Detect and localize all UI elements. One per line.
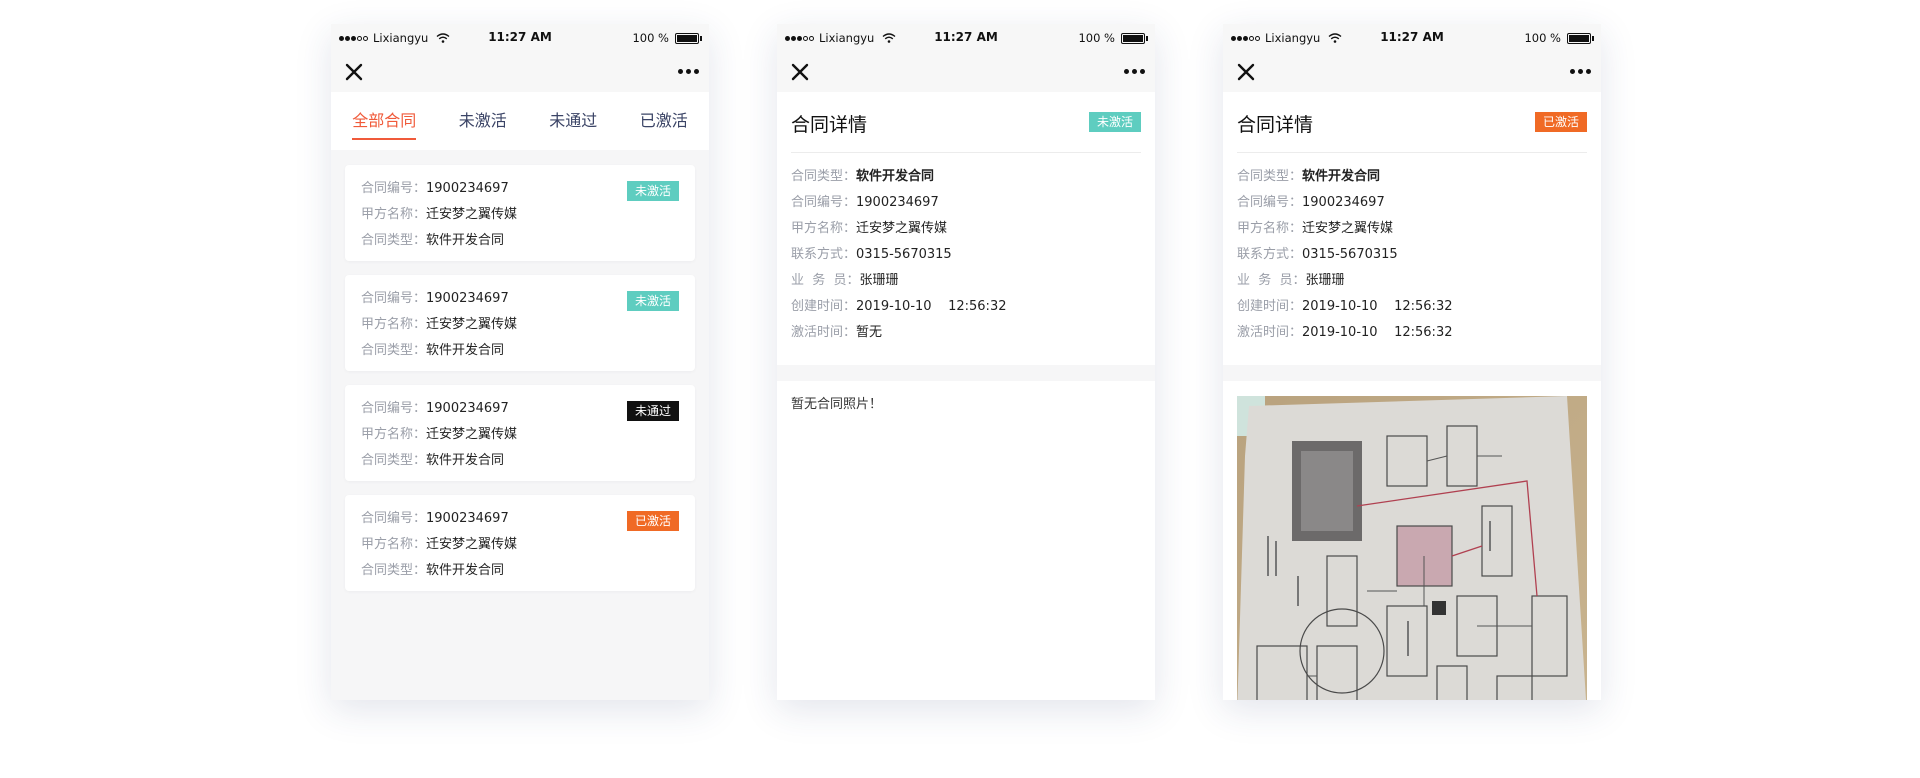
contract-no: 1900234697	[426, 291, 509, 306]
status-badge: 未激活	[626, 181, 679, 201]
party-a: 迁安梦之翼传媒	[426, 207, 518, 222]
more-icon[interactable]	[1121, 69, 1145, 74]
salesperson-label: 业 务 员：	[1237, 273, 1306, 288]
more-icon[interactable]	[1567, 69, 1591, 74]
salesperson-label: 业 务 员：	[791, 273, 860, 288]
more-icon[interactable]	[675, 69, 699, 74]
contract-no: 1900234697	[856, 195, 939, 210]
photo-area	[1223, 381, 1601, 700]
detail-header: 合同详情 已激活	[1237, 92, 1587, 153]
tab-activated[interactable]: 已激活	[640, 92, 688, 150]
activated-time: 2019-10-10 12:56:32	[1302, 325, 1453, 340]
page-title: 合同详情	[791, 114, 868, 136]
battery-percent: 100 %	[632, 31, 669, 45]
tab-inactive[interactable]: 未激活	[459, 92, 507, 150]
party-a-label: 甲方名称：	[1237, 221, 1303, 236]
activated-label: 激活时间：	[791, 325, 857, 340]
battery-icon	[675, 32, 702, 44]
party-a: 迁安梦之翼传媒	[426, 427, 518, 442]
created-label: 创建时间：	[1237, 299, 1303, 314]
contract-card[interactable]: 合同编号：1900234697 甲方名称：迁安梦之翼传媒 合同类型：软件开发合同…	[345, 385, 695, 481]
contract-card[interactable]: 合同编号：1900234697 甲方名称：迁安梦之翼传媒 合同类型：软件开发合同…	[345, 275, 695, 371]
party-a: 迁安梦之翼传媒	[1302, 221, 1394, 236]
status-badge: 未激活	[626, 291, 679, 311]
close-icon[interactable]	[1235, 61, 1257, 83]
party-a-label: 甲方名称：	[361, 537, 427, 552]
contract-no-label: 合同编号：	[361, 181, 427, 196]
status-bar: Lixiangyu 11:27 AM 100 %	[331, 24, 709, 52]
detail-info: 合同类型：软件开发合同 合同编号：1900234697 甲方名称：迁安梦之翼传媒…	[777, 153, 1155, 365]
party-a-label: 甲方名称：	[361, 427, 427, 442]
contact-label: 联系方式：	[791, 247, 857, 262]
nav-bar	[331, 52, 709, 92]
contract-photo[interactable]	[1237, 396, 1587, 700]
contact: 0315-5670315	[1302, 247, 1398, 262]
status-bar: Lixiangyu 11:27 AM 100 %	[1223, 24, 1601, 52]
status-tabs: 全部合同 未激活 未通过 已激活	[331, 92, 709, 150]
contract-type: 软件开发合同	[426, 233, 505, 248]
contract-type: 软件开发合同	[426, 453, 505, 468]
detail-header: 合同详情 未激活	[791, 92, 1141, 153]
contract-detail-inactive-screen: Lixiangyu 11:27 AM 100 % 合同详情 未激活 合同类型：软…	[777, 24, 1155, 700]
battery-icon	[1567, 32, 1594, 44]
status-badge: 已激活	[1534, 112, 1587, 132]
contract-no-label: 合同编号：	[1237, 195, 1303, 210]
contract-no-label: 合同编号：	[361, 511, 427, 526]
close-icon[interactable]	[343, 61, 365, 83]
contract-no-label: 合同编号：	[361, 291, 427, 306]
salesperson: 张珊珊	[859, 273, 899, 288]
contract-type-label: 合同类型：	[361, 343, 427, 358]
contract-list-screen: Lixiangyu 11:27 AM 100 % 全部合同 未激活 未通过 已激…	[331, 24, 709, 700]
contract-type-label: 合同类型：	[791, 169, 857, 184]
nav-bar	[777, 52, 1155, 92]
status-badge: 未激活	[1088, 112, 1141, 132]
contract-no-label: 合同编号：	[791, 195, 857, 210]
contract-card[interactable]: 合同编号：1900234697 甲方名称：迁安梦之翼传媒 合同类型：软件开发合同…	[345, 495, 695, 591]
created-time: 2019-10-10 12:56:32	[856, 299, 1007, 314]
contract-card[interactable]: 合同编号：1900234697 甲方名称：迁安梦之翼传媒 合同类型：软件开发合同…	[345, 165, 695, 261]
contract-type: 软件开发合同	[426, 343, 505, 358]
contract-type-label: 合同类型：	[1237, 169, 1303, 184]
tab-failed[interactable]: 未通过	[549, 92, 597, 150]
contract-no: 1900234697	[1302, 195, 1385, 210]
contract-type-label: 合同类型：	[361, 233, 427, 248]
battery-percent: 100 %	[1524, 31, 1561, 45]
tab-all[interactable]: 全部合同	[352, 92, 417, 150]
party-a: 迁安梦之翼传媒	[426, 317, 518, 332]
party-a: 迁安梦之翼传媒	[856, 221, 948, 236]
activated-label: 激活时间：	[1237, 325, 1303, 340]
contract-no: 1900234697	[426, 181, 509, 196]
page-title: 合同详情	[1237, 114, 1314, 136]
battery-percent: 100 %	[1078, 31, 1115, 45]
contract-detail-active-screen: Lixiangyu 11:27 AM 100 % 合同详情 已激活 合同类型：软…	[1223, 24, 1601, 700]
contact: 0315-5670315	[856, 247, 952, 262]
contract-list: 合同编号：1900234697 甲方名称：迁安梦之翼传媒 合同类型：软件开发合同…	[331, 150, 709, 700]
contract-type: 软件开发合同	[426, 563, 505, 578]
contract-no: 1900234697	[426, 511, 509, 526]
no-photo-text: 暂无合同照片！	[791, 397, 883, 412]
status-badge: 未通过	[626, 401, 679, 421]
photo-area: 暂无合同照片！	[777, 381, 1155, 700]
contract-type: 软件开发合同	[1302, 169, 1381, 184]
contract-no-label: 合同编号：	[361, 401, 427, 416]
contract-no: 1900234697	[426, 401, 509, 416]
contract-type-label: 合同类型：	[361, 563, 427, 578]
status-badge: 已激活	[626, 511, 679, 531]
battery-icon	[1121, 32, 1148, 44]
party-a-label: 甲方名称：	[791, 221, 857, 236]
party-a: 迁安梦之翼传媒	[426, 537, 518, 552]
nav-bar	[1223, 52, 1601, 92]
salesperson: 张珊珊	[1305, 273, 1345, 288]
created-time: 2019-10-10 12:56:32	[1302, 299, 1453, 314]
status-bar: Lixiangyu 11:27 AM 100 %	[777, 24, 1155, 52]
contact-label: 联系方式：	[1237, 247, 1303, 262]
detail-info: 合同类型：软件开发合同 合同编号：1900234697 甲方名称：迁安梦之翼传媒…	[1223, 153, 1601, 365]
activated-time: 暂无	[856, 325, 883, 340]
party-a-label: 甲方名称：	[361, 317, 427, 332]
created-label: 创建时间：	[791, 299, 857, 314]
close-icon[interactable]	[789, 61, 811, 83]
party-a-label: 甲方名称：	[361, 207, 427, 222]
contract-type-label: 合同类型：	[361, 453, 427, 468]
contract-type: 软件开发合同	[856, 169, 935, 184]
